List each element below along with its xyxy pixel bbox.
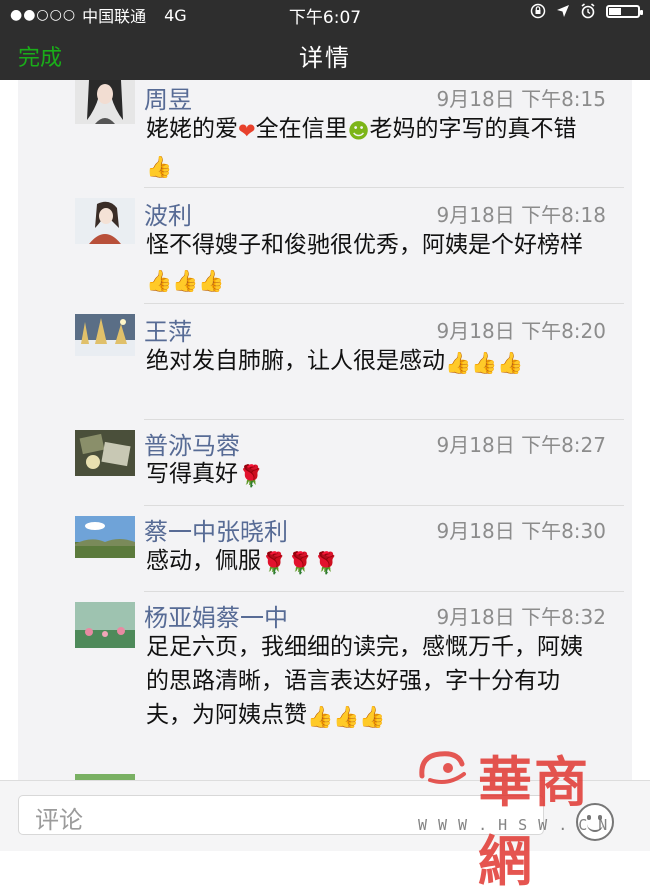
thumb-emoji-icon: 👍: [146, 155, 173, 179]
comment-time: 9月18日 下午8:32: [436, 605, 606, 629]
comment-list-area[interactable]: 周昱 9月18日 下午8:15 姥姥的爱❤全在信里☻老妈的字写的真不错👍 波利 …: [0, 80, 650, 780]
comment-input-placeholder: 评论: [35, 806, 83, 834]
comment-text-segment: 感动，佩服: [146, 548, 261, 574]
emoji-eye-left: [587, 815, 591, 820]
comment-time: 9月18日 下午8:15: [436, 87, 606, 111]
thumb-emoji-icon: 👍: [445, 351, 472, 375]
commenter-name[interactable]: 波利: [144, 196, 192, 231]
avatar[interactable]: [75, 602, 135, 648]
emoji-mouth: [587, 822, 603, 832]
comment-text-segment: 老妈的字写的真不错: [369, 116, 577, 142]
emoji-eye-right: [598, 815, 602, 820]
thumb-emoji-icon: 👍: [359, 705, 386, 729]
comment-time: 9月18日 下午8:20: [436, 319, 606, 343]
comment-item-partial[interactable]: [18, 770, 632, 780]
thumb-emoji-icon: 👍: [172, 269, 199, 293]
rose-emoji-icon: 🌹: [238, 464, 265, 488]
thumb-emoji-icon: 👍: [198, 269, 225, 293]
comment-item[interactable]: 周昱 9月18日 下午8:15 姥姥的爱❤全在信里☻老妈的字写的真不错 👍: [18, 80, 632, 188]
emoji-button[interactable]: [576, 803, 614, 841]
location-arrow-icon: [557, 5, 569, 17]
comment-item[interactable]: 王萍 9月18日 下午8:20 绝对发自肺腑，让人很是感动👍👍👍: [18, 304, 632, 420]
comment-item[interactable]: 杨亚娟蔡一中 9月18日 下午8:32 足足六页，我细细的读完，感慨万千，阿姨的…: [18, 592, 632, 770]
nav-bar: 完成 详情: [0, 26, 650, 80]
comment-text-segment: 写得真好: [146, 461, 238, 487]
comment-input-bar: 评论: [0, 780, 650, 851]
comment-text: 姥姥的爱❤全在信里☻老妈的字写的真不错 👍: [146, 112, 602, 184]
heart-emoji-icon: ❤: [238, 119, 256, 143]
commenter-name[interactable]: 蔡一中张晓利: [144, 512, 288, 547]
orientation-lock-icon: [530, 3, 546, 19]
commenter-name[interactable]: 杨亚娟蔡一中: [144, 598, 288, 633]
comment-text-segment: 全在信里: [255, 116, 348, 142]
rose-emoji-icon: 🌹: [261, 551, 288, 575]
thumb-emoji-icon: 👍: [497, 351, 524, 375]
commenter-name[interactable]: 周昱: [144, 80, 192, 115]
rose-emoji-icon: 🌹: [287, 551, 314, 575]
thumb-emoji-icon: 👍: [146, 269, 173, 293]
battery-icon: [606, 4, 643, 18]
comment-text: 感动，佩服🌹🌹🌹: [146, 544, 602, 580]
avatar[interactable]: [75, 80, 135, 124]
comment-item[interactable]: 波利 9月18日 下午8:18 怪不得嫂子和俊驰很优秀，阿姨是个好榜样👍👍👍: [18, 188, 632, 304]
comment-panel: 周昱 9月18日 下午8:15 姥姥的爱❤全在信里☻老妈的字写的真不错👍 波利 …: [18, 80, 632, 780]
thumb-emoji-icon: 👍: [307, 705, 334, 729]
commenter-name[interactable]: 王萍: [144, 312, 192, 347]
comment-time: 9月18日 下午8:30: [436, 519, 606, 543]
avatar[interactable]: [75, 314, 135, 356]
avatar[interactable]: [75, 430, 135, 476]
avatar[interactable]: [75, 516, 135, 558]
comment-text-segment: 绝对发自肺腑，让人很是感动: [146, 348, 445, 374]
comment-time: 9月18日 下午8:27: [436, 433, 606, 457]
thumb-emoji-icon: 👍: [471, 351, 498, 375]
alarm-clock-icon: [581, 3, 595, 19]
smiley-emoji-icon: ☻: [347, 119, 370, 143]
comment-text-segment: 姥姥的爱: [146, 116, 238, 142]
thumb-emoji-icon: 👍: [333, 705, 360, 729]
comment-text: 写得真好🌹: [146, 457, 602, 493]
comment-input[interactable]: 评论: [18, 795, 544, 835]
avatar[interactable]: [75, 198, 135, 244]
rose-emoji-icon: 🌹: [313, 551, 340, 575]
commenter-name[interactable]: 普洂马蓉: [144, 426, 240, 461]
comment-text-segment: 怪不得嫂子和俊驰很优秀，阿姨是个好榜样: [146, 232, 583, 258]
comment-text: 绝对发自肺腑，让人很是感动👍👍👍: [146, 344, 602, 380]
status-bar: ●●○○○ 中国联通 4G 下午6:07: [0, 0, 650, 28]
comment-text: 怪不得嫂子和俊驰很优秀，阿姨是个好榜样👍👍👍: [146, 228, 602, 298]
comment-item[interactable]: 蔡一中张晓利 9月18日 下午8:30 感动，佩服🌹🌹🌹: [18, 506, 632, 592]
comment-text: 足足六页，我细细的读完，感慨万千，阿姨的思路清晰，语言表达好强，字十分有功夫，为…: [146, 630, 602, 734]
comment-time: 9月18日 下午8:18: [436, 203, 606, 227]
page-title: 详情: [299, 44, 351, 72]
comment-item[interactable]: 普洂马蓉 9月18日 下午8:27 写得真好🌹: [18, 420, 632, 506]
